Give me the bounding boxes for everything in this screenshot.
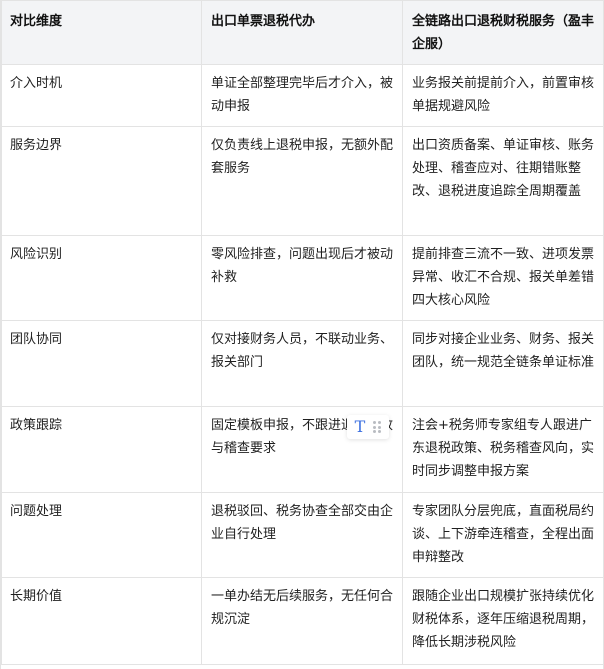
row-single-agency: 一单办结无后续服务，无任何合规沉淀 bbox=[201, 577, 403, 665]
row-dimension: 介入时机 bbox=[1, 64, 202, 127]
row-full-chain-service: 出口资质备案、单证审核、账务处理、稽查应对、往期错账整改、退税进度追踪全周期覆盖 bbox=[402, 126, 604, 236]
table-row: 问题处理 退税驳回、税务协查全部交由企业自行处理 专家团队分层兜底，直面税局约谈… bbox=[1, 492, 604, 578]
row-dimension: 服务边界 bbox=[1, 126, 202, 236]
row-dimension: 风险识别 bbox=[1, 235, 202, 321]
comparison-table-container: 对比维度 出口单票退税代办 全链路出口退税财税服务（盈丰企服） 介入时机 单证全… bbox=[0, 0, 604, 669]
row-full-chain-service: 业务报关前提前介入，前置审核单据规避风险 bbox=[402, 64, 604, 127]
table-row: 介入时机 单证全部整理完毕后才介入，被动申报 业务报关前提前介入，前置审核单据规… bbox=[1, 64, 604, 127]
row-full-chain-service: 专家团队分层兜底，直面税局约谈、上下游牵连稽查，全程出面申辩整改 bbox=[402, 492, 604, 578]
row-dimension: 问题处理 bbox=[1, 492, 202, 578]
floating-cell-toolbar[interactable]: T bbox=[347, 415, 389, 439]
table-row: 长期价值 一单办结无后续服务，无任何合规沉淀 跟随企业出口规模扩张持续优化财税体… bbox=[1, 577, 604, 665]
row-single-agency: 退税驳回、税务协查全部交由企业自行处理 bbox=[201, 492, 403, 578]
table-header-row: 对比维度 出口单票退税代办 全链路出口退税财税服务（盈丰企服） bbox=[1, 0, 604, 65]
table-row: 团队协同 仅对接财务人员，不联动业务、报关部门 同步对接企业业务、财务、报关团队… bbox=[1, 320, 604, 407]
row-full-chain-service: 跟随企业出口规模扩张持续优化财税体系，逐年压缩退税周期，降低长期涉税风险 bbox=[402, 577, 604, 665]
header-full-chain-service: 全链路出口退税财税服务（盈丰企服） bbox=[402, 0, 604, 65]
table-row: 风险识别 零风险排查，问题出现后才被动补救 提前排查三流不一致、进项发票异常、收… bbox=[1, 235, 604, 321]
table-row: 服务边界 仅负责线上退税申报，无额外配套服务 出口资质备案、单证审核、账务处理、… bbox=[1, 126, 604, 236]
row-single-agency: 仅对接财务人员，不联动业务、报关部门 bbox=[201, 320, 403, 407]
table-row: 政策跟踪 固定模板申报，不跟进退税新政与稽查要求 T 注会+税务师专家组专人跟进… bbox=[1, 406, 604, 493]
header-single-agency: 出口单票退税代办 bbox=[201, 0, 403, 65]
row-single-agency: 零风险排查，问题出现后才被动补救 bbox=[201, 235, 403, 321]
text-format-icon[interactable]: T bbox=[350, 416, 370, 438]
row-dimension: 政策跟踪 bbox=[1, 406, 202, 493]
drag-handle-icon[interactable] bbox=[373, 421, 383, 433]
row-full-chain-service: 提前排查三流不一致、进项发票异常、收汇不合规、报关单差错四大核心风险 bbox=[402, 235, 604, 321]
comparison-table: 对比维度 出口单票退税代办 全链路出口退税财税服务（盈丰企服） 介入时机 单证全… bbox=[1, 0, 604, 665]
row-dimension: 团队协同 bbox=[1, 320, 202, 407]
row-single-agency: 固定模板申报，不跟进退税新政与稽查要求 T bbox=[201, 406, 403, 493]
row-full-chain-service: 同步对接企业业务、财务、报关团队，统一规范全链条单证标准 bbox=[402, 320, 604, 407]
header-dimension: 对比维度 bbox=[1, 0, 202, 65]
row-single-agency: 仅负责线上退税申报，无额外配套服务 bbox=[201, 126, 403, 236]
row-dimension: 长期价值 bbox=[1, 577, 202, 665]
row-single-agency: 单证全部整理完毕后才介入，被动申报 bbox=[201, 64, 403, 127]
row-full-chain-service: 注会+税务师专家组专人跟进广东退税政策、税务稽查风向，实时同步调整申报方案 bbox=[402, 406, 604, 493]
